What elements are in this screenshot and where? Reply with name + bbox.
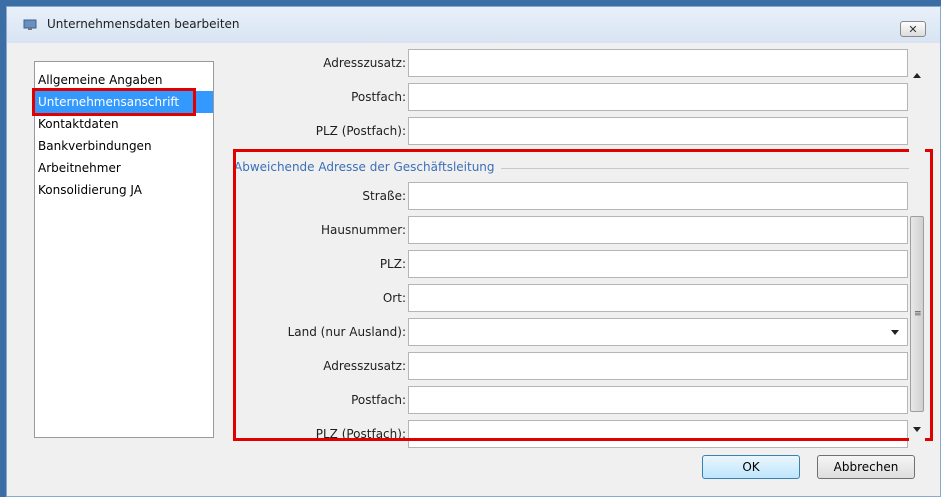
- field-label: Postfach:: [351, 90, 406, 104]
- vertical-scrollbar[interactable]: ≡: [909, 61, 925, 441]
- cancel-button[interactable]: Abbrechen: [817, 455, 915, 479]
- highlight-outline-group: [233, 149, 933, 441]
- window-title: Unternehmensdaten bearbeiten: [47, 17, 240, 31]
- scroll-down-arrow-icon[interactable]: [913, 427, 921, 432]
- nav-item-arbeitnehmer[interactable]: Arbeitnehmer: [35, 157, 213, 179]
- field-label: Adresszusatz:: [323, 56, 406, 70]
- field-label: PLZ (Postfach):: [315, 124, 406, 138]
- app-icon: [23, 19, 37, 30]
- nav-item-kontaktdaten[interactable]: Kontaktdaten: [35, 113, 213, 135]
- ok-button[interactable]: OK: [702, 455, 800, 479]
- form-content: Adresszusatz: Postfach: PLZ (Postfach): …: [221, 49, 933, 448]
- plz-postfach-input[interactable]: [408, 117, 908, 145]
- close-button[interactable]: ✕: [900, 21, 926, 37]
- scrollbar-thumb[interactable]: ≡: [910, 216, 924, 412]
- form-row-adresszusatz: Adresszusatz:: [221, 49, 911, 79]
- nav-item-bankverbindungen[interactable]: Bankverbindungen: [35, 135, 213, 157]
- section-nav-list: Allgemeine Angaben Unternehmensanschrift…: [32, 61, 214, 438]
- selection-highlight-outline: [32, 88, 196, 116]
- scroll-up-arrow-icon[interactable]: [913, 73, 921, 78]
- form-row-postfach: Postfach:: [221, 83, 911, 113]
- dialog-window: Unternehmensdaten bearbeiten ✕ Allgemein…: [6, 6, 941, 497]
- postfach-input[interactable]: [408, 83, 908, 111]
- nav-item-konsolidierung-ja[interactable]: Konsolidierung JA: [35, 179, 213, 201]
- grip-icon: ≡: [914, 309, 922, 319]
- adresszusatz-input[interactable]: [408, 49, 908, 77]
- form-row-plz-postfach: PLZ (Postfach):: [221, 117, 911, 147]
- title-bar[interactable]: Unternehmensdaten bearbeiten ✕: [7, 7, 940, 43]
